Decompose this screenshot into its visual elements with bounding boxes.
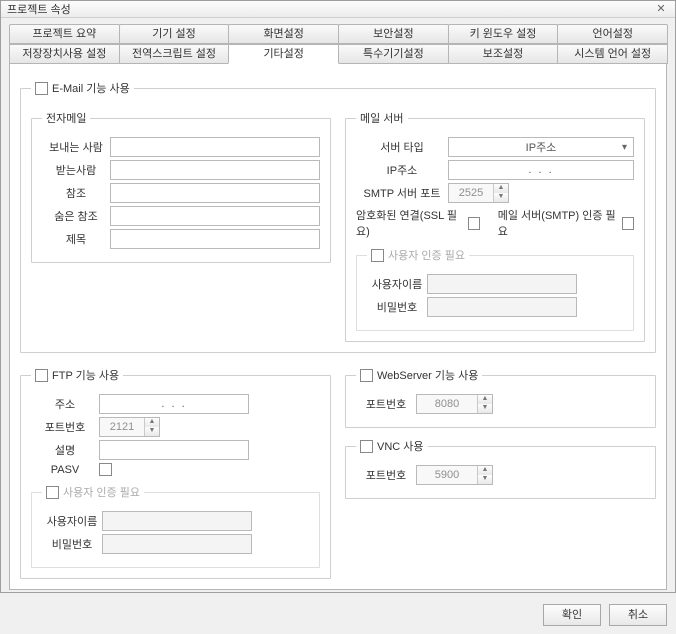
smtp-port-label: SMTP 서버 포트 [356,185,448,201]
tab-special-device-settings[interactable]: 특수기기설정 [338,44,449,64]
spin-up-icon[interactable]: ▲ [478,466,492,475]
email-from-label: 보내는 사람 [42,139,110,155]
vnc-port-label: 포트번호 [356,467,416,483]
tab-system-language-settings[interactable]: 시스템 언어 설정 [557,44,668,64]
tab-language-settings[interactable]: 언어설정 [557,24,668,44]
email-to-label: 받는사람 [42,162,110,178]
server-ip-input[interactable]: . . . [448,160,634,180]
spin-down-icon[interactable]: ▼ [478,475,492,484]
spin-up-icon[interactable]: ▲ [478,395,492,404]
email-bcc-input[interactable] [110,206,320,226]
project-properties-window: 프로젝트 속성 ✕ 프로젝트 요약 기기 설정 화면설정 보안설정 키 윈도우 … [0,0,676,593]
ftp-port-input[interactable]: 2121▲▼ [99,417,160,437]
ok-button[interactable]: 확인 [543,604,601,626]
smtp-port-input[interactable]: 2525▲▼ [448,183,509,203]
email-cc-label: 참조 [42,185,110,201]
tab-screen-settings[interactable]: 화면설정 [228,24,339,44]
ftp-port-label: 포트번호 [31,419,99,435]
email-enable-checkbox[interactable] [35,82,48,95]
mail-user-label: 사용자이름 [367,276,427,292]
ftp-desc-label: 설명 [31,442,99,458]
webserver-enable-checkbox[interactable] [360,369,373,382]
ftp-addr-input[interactable]: . . . [99,394,249,414]
mail-user-auth-label: 사용자 인증 필요 [388,247,465,263]
spin-down-icon[interactable]: ▼ [478,404,492,413]
server-type-select[interactable]: IP주소 [448,137,634,157]
ftp-pw-label: 비밀번호 [42,536,102,552]
ftp-pw-input[interactable] [102,534,252,554]
ftp-addr-label: 주소 [31,396,99,412]
email-compose-group: 전자메일 보내는 사람 받는사람 참조 숨은 참조 제목 [31,110,331,263]
vnc-group: VNC 사용 포트번호 5900▲▼ [345,438,656,499]
footer: 확인 취소 [1,598,675,634]
email-subject-input[interactable] [110,229,320,249]
mailserver-group: 메일 서버 서버 타입IP주소 IP주소. . . SMTP 서버 포트 252… [345,110,645,342]
spin-up-icon[interactable]: ▲ [145,418,159,427]
email-to-input[interactable] [110,160,320,180]
ftp-pasv-label: PASV [31,464,99,476]
tab-device-settings[interactable]: 기기 설정 [119,24,230,44]
window-title: 프로젝트 속성 [7,1,71,17]
mail-pw-label: 비밀번호 [367,299,427,315]
vnc-enable-checkbox[interactable] [360,440,373,453]
titlebar: 프로젝트 속성 ✕ [1,1,675,18]
mail-user-auth-group: 사용자 인증 필요 사용자이름 비밀번호 [356,247,634,331]
mail-pw-input[interactable] [427,297,577,317]
email-bcc-label: 숨은 참조 [42,208,110,224]
cancel-button[interactable]: 취소 [609,604,667,626]
ftp-pasv-checkbox[interactable] [99,463,112,476]
tab-aux-settings[interactable]: 보조설정 [448,44,559,64]
vnc-port-input[interactable]: 5900▲▼ [416,465,493,485]
ssl-label: 암호화된 연결(SSL 필요) [356,207,462,239]
webserver-port-label: 포트번호 [356,396,416,412]
spin-down-icon[interactable]: ▼ [494,193,508,202]
ftp-user-label: 사용자이름 [42,513,102,529]
spin-up-icon[interactable]: ▲ [494,184,508,193]
spin-down-icon[interactable]: ▼ [145,427,159,436]
email-cc-input[interactable] [110,183,320,203]
tab-global-script-settings[interactable]: 전역스크립트 설정 [119,44,230,64]
email-enable-label: E-Mail 기능 사용 [52,80,130,96]
tab-storage-settings[interactable]: 저장장치사용 설정 [9,44,120,64]
server-ip-label: IP주소 [356,162,448,178]
webserver-port-input[interactable]: 8080▲▼ [416,394,493,414]
webserver-group: WebServer 기능 사용 포트번호 8080▲▼ [345,367,656,428]
mailserver-legend: 메일 서버 [356,110,408,126]
ftp-user-input[interactable] [102,511,252,531]
smtp-auth-checkbox[interactable] [622,217,634,230]
ftp-enable-label: FTP 기능 사용 [52,367,119,383]
vnc-enable-label: VNC 사용 [377,438,424,454]
ftp-group: FTP 기능 사용 주소. . . 포트번호 2121▲▼ 설명 PASV 사용… [20,367,331,579]
tabs: 프로젝트 요약 기기 설정 화면설정 보안설정 키 윈도우 설정 언어설정 저장… [1,18,675,64]
ftp-enable-checkbox[interactable] [35,369,48,382]
ftp-user-auth-group: 사용자 인증 필요 사용자이름 비밀번호 [31,484,320,568]
ftp-desc-input[interactable] [99,440,249,460]
tab-project-summary[interactable]: 프로젝트 요약 [9,24,120,44]
smtp-auth-label: 메일 서버(SMTP) 인증 필요 [498,207,616,239]
email-group: E-Mail 기능 사용 전자메일 보내는 사람 받는사람 참조 숨은 참조 제… [20,80,656,353]
tab-key-window-settings[interactable]: 키 윈도우 설정 [448,24,559,44]
ftp-user-auth-checkbox[interactable] [46,486,59,499]
email-from-input[interactable] [110,137,320,157]
ssl-checkbox[interactable] [468,217,480,230]
close-icon[interactable]: ✕ [653,2,669,16]
mail-user-auth-checkbox[interactable] [371,249,384,262]
server-type-label: 서버 타입 [356,139,448,155]
webserver-enable-label: WebServer 기능 사용 [377,367,478,383]
email-compose-legend: 전자메일 [42,110,90,126]
tab-other-settings[interactable]: 기타설정 [228,44,339,64]
tab-content: E-Mail 기능 사용 전자메일 보내는 사람 받는사람 참조 숨은 참조 제… [9,63,667,590]
server-type-value: IP주소 [526,139,557,155]
tab-security-settings[interactable]: 보안설정 [338,24,449,44]
email-subject-label: 제목 [42,231,110,247]
mail-user-input[interactable] [427,274,577,294]
ftp-user-auth-label: 사용자 인증 필요 [63,484,140,500]
